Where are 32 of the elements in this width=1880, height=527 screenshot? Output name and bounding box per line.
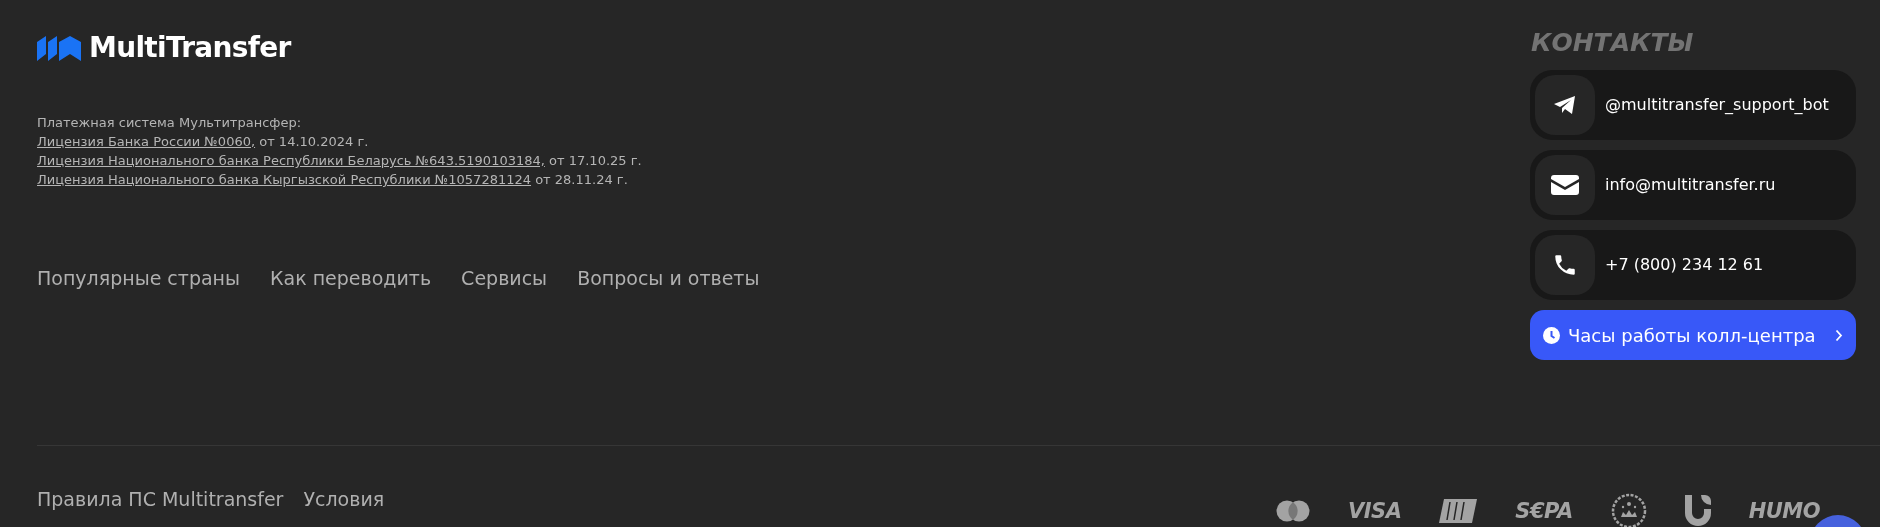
footer-link[interactable]: Правила ПС Multitransfer: [37, 485, 284, 514]
nav-link[interactable]: Популярные страны: [37, 264, 240, 293]
card-network-icon: [1276, 500, 1310, 522]
contact-card[interactable]: +7 (800) 234 12 61: [1530, 230, 1856, 300]
license-date: от 14.10.2024 г.: [258, 133, 369, 151]
nav-link[interactable]: Как переводить: [270, 264, 432, 293]
envelope-icon: [1551, 174, 1579, 196]
license-link[interactable]: Лицензия Национального банка Кыргызской Республики №1057281124: [37, 170, 532, 189]
striped-logo-icon: [1439, 499, 1478, 523]
payment-logo: VISA: [1348, 500, 1402, 522]
payment-logo: HUMO: [1748, 500, 1820, 522]
logo-icon: [37, 34, 81, 62]
contact-card[interactable]: info@multitransfer.ru: [1530, 150, 1856, 220]
license-link[interactable]: Лицензия Национального банка Республики Беларусь №643.5190103184,: [37, 151, 545, 170]
paper-plane-icon: [1553, 94, 1577, 116]
nav-link[interactable]: Сервисы: [461, 264, 548, 293]
contacts-heading: КОНТАКТЫ: [1531, 27, 1695, 59]
u-logo-icon: [1684, 495, 1711, 527]
payment-logo: S€PA: [1515, 500, 1573, 522]
clock-icon: [1543, 326, 1560, 344]
chevron-right-icon: [1835, 328, 1843, 342]
seal-icon: [1610, 493, 1647, 527]
contact-card[interactable]: @multitransfer_support_bot: [1530, 70, 1856, 140]
phone-icon: [1552, 252, 1578, 278]
license-date: от 17.10.25 г.: [548, 152, 642, 170]
license-intro: Платежная система Мультитрансфер:: [37, 114, 303, 132]
nav-link[interactable]: Вопросы и ответы: [577, 264, 760, 293]
call-center-hours-button[interactable]: Часы работы колл-центра: [1530, 310, 1856, 360]
logo-wordmark: MultiTransfer: [89, 30, 291, 66]
footer-link[interactable]: Условия: [303, 485, 385, 514]
license-date: от 28.11.24 г.: [534, 171, 628, 189]
license-link[interactable]: Лицензия Банка России №0060,: [37, 132, 256, 151]
